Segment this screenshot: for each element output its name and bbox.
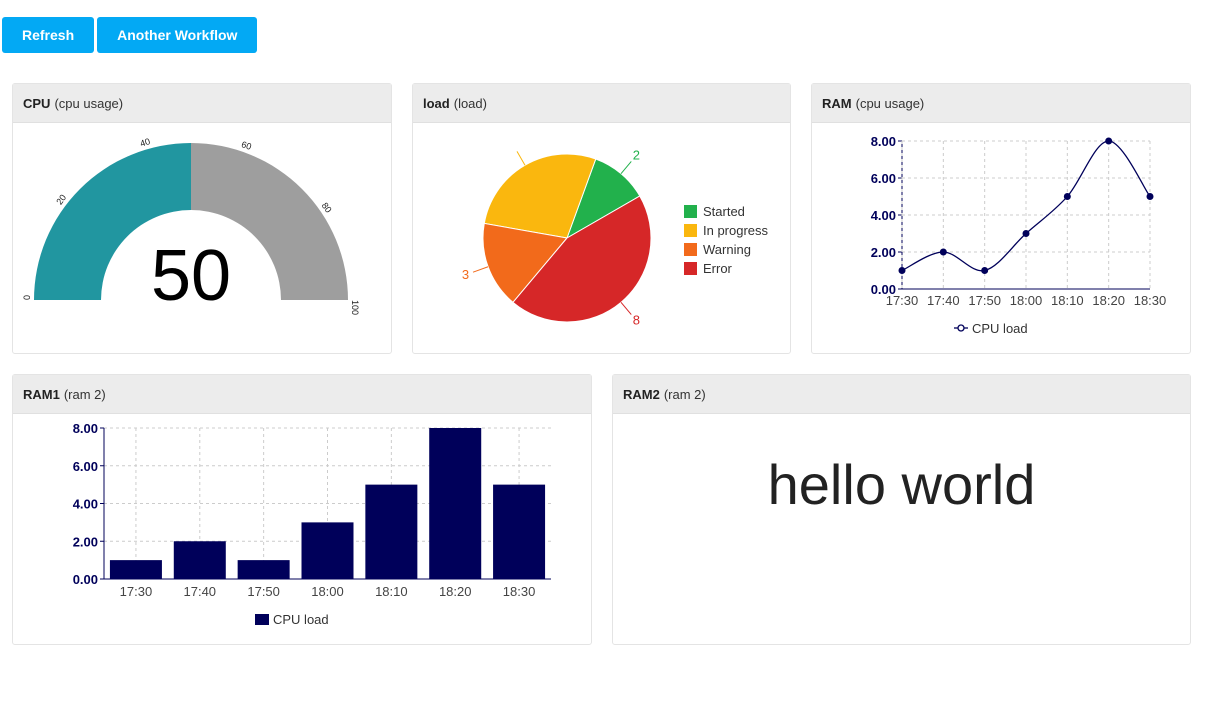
data-point bbox=[1022, 230, 1030, 237]
gauge-tick-label: 80 bbox=[320, 201, 334, 215]
x-tick-label: 17:30 bbox=[120, 584, 153, 599]
refresh-button[interactable]: Refresh bbox=[2, 17, 95, 53]
data-point bbox=[1063, 193, 1071, 200]
pie-value-label: 3 bbox=[462, 267, 469, 282]
x-tick-label: 18:30 bbox=[503, 584, 536, 599]
gauge-tick-label: 20 bbox=[54, 193, 68, 207]
gauge-value-text: 50 bbox=[151, 236, 231, 316]
ram-panel-title: RAM bbox=[822, 95, 852, 111]
x-tick-label: 17:50 bbox=[247, 584, 280, 599]
x-tick-label: 18:20 bbox=[439, 584, 472, 599]
y-tick-label: 4.00 bbox=[73, 497, 98, 512]
cpu-panel-header: CPU (cpu usage) bbox=[13, 84, 391, 123]
toolbar: Refresh Another Workflow bbox=[2, 17, 258, 53]
gauge-tick-label: 100 bbox=[350, 300, 360, 315]
legend-label: In progress bbox=[703, 223, 769, 238]
bar bbox=[173, 541, 226, 579]
x-tick-label: 18:00 bbox=[311, 584, 344, 599]
y-tick-label: 0.00 bbox=[73, 572, 98, 587]
load-panel-title: load bbox=[423, 95, 450, 111]
x-tick-label: 17:40 bbox=[927, 293, 960, 308]
bar bbox=[109, 560, 162, 579]
y-tick-label: 6.00 bbox=[871, 171, 896, 186]
pie-label-leader bbox=[620, 161, 632, 174]
x-tick-label: 17:40 bbox=[184, 584, 217, 599]
y-tick-label: 2.00 bbox=[73, 534, 98, 549]
x-tick-label: 18:20 bbox=[1092, 293, 1125, 308]
ram-panel-subtitle: (cpu usage) bbox=[855, 95, 925, 111]
x-tick-label: 17:50 bbox=[968, 293, 1001, 308]
x-tick-label: 18:00 bbox=[1010, 293, 1043, 308]
hello-world-text: hello world bbox=[767, 453, 1036, 516]
data-point bbox=[1146, 193, 1154, 200]
gauge-tick-label: 40 bbox=[139, 136, 152, 149]
load-panel-header: load (load) bbox=[413, 84, 790, 123]
data-point bbox=[898, 267, 906, 274]
cpu-panel-subtitle: (cpu usage) bbox=[54, 95, 124, 111]
ram1-panel: RAM1 (ram 2) 0.00 2.00 4.00 6.00 8.00 17:30 17… bbox=[12, 374, 592, 645]
pie-value-label: 8 bbox=[633, 313, 640, 328]
ram2-panel: RAM2 (ram 2) hello world bbox=[612, 374, 1191, 645]
legend-label: Warning bbox=[703, 242, 751, 257]
ram2-panel-subtitle: (ram 2) bbox=[663, 386, 706, 402]
x-tick-label: 18:10 bbox=[375, 584, 408, 599]
load-pie-chart: 2 3 8 Started In progress Warning Error bbox=[462, 147, 769, 328]
bar bbox=[365, 484, 418, 579]
pie-label-leader bbox=[516, 151, 526, 166]
legend-label: CPU load bbox=[972, 321, 1028, 336]
legend-point-marker bbox=[957, 324, 965, 332]
another-workflow-button[interactable]: Another Workflow bbox=[97, 17, 258, 53]
data-point bbox=[939, 248, 947, 256]
cpu-panel-title: CPU bbox=[23, 95, 51, 111]
gauge-tick-label: 60 bbox=[240, 139, 253, 152]
bar bbox=[237, 560, 290, 579]
cpu-gauge: 0 20 40 60 80 100 50 bbox=[22, 136, 360, 316]
ram1-panel-subtitle: (ram 2) bbox=[63, 386, 106, 402]
legend-swatch bbox=[684, 205, 697, 218]
ram-panel: RAM (cpu usage) 0.00 2.00 4.00 6.00 8.00 17:3… bbox=[811, 83, 1191, 354]
bar bbox=[429, 428, 482, 579]
legend-swatch bbox=[255, 614, 269, 625]
legend-swatch bbox=[684, 224, 697, 237]
legend-swatch bbox=[684, 243, 697, 256]
load-panel: load (load) 2 3 8 Started In progress Warning… bbox=[412, 83, 791, 354]
ram1-panel-title: RAM1 bbox=[23, 386, 60, 402]
legend-label: Started bbox=[703, 204, 745, 219]
pie-label-leader bbox=[472, 266, 489, 273]
data-point bbox=[981, 267, 989, 274]
y-tick-label: 4.00 bbox=[871, 208, 896, 223]
x-tick-label: 18:30 bbox=[1134, 293, 1167, 308]
legend-label: CPU load bbox=[273, 612, 329, 627]
gauge-tick-label: 0 bbox=[22, 295, 32, 300]
ram2-panel-header: RAM2 (ram 2) bbox=[613, 375, 1190, 414]
data-point bbox=[1105, 137, 1113, 145]
bar bbox=[301, 522, 354, 579]
bar bbox=[493, 484, 546, 579]
ram1-panel-body: 0.00 2.00 4.00 6.00 8.00 17:30 17:40 17:50 18:00… bbox=[13, 414, 591, 649]
y-tick-label: 2.00 bbox=[871, 245, 896, 260]
ram-panel-header: RAM (cpu usage) bbox=[812, 84, 1190, 123]
cpu-panel-body: 0 20 40 60 80 100 50 bbox=[13, 123, 391, 358]
ram1-bar-chart: 0.00 2.00 4.00 6.00 8.00 17:30 17:40 17:50 18:00… bbox=[73, 421, 551, 627]
ram2-panel-title: RAM2 bbox=[623, 386, 660, 402]
cpu-panel: CPU (cpu usage) 0 20 40 60 80 100 50 bbox=[12, 83, 392, 354]
load-panel-body: 2 3 8 Started In progress Warning Error bbox=[413, 123, 790, 358]
y-tick-label: 8.00 bbox=[73, 421, 98, 436]
y-tick-label: 8.00 bbox=[871, 134, 896, 149]
legend-label: Error bbox=[703, 261, 733, 276]
ram-line-chart: 0.002.004.006.008.0017:30 17:40 17:50 18:00… bbox=[871, 134, 1167, 336]
pie-value-label: 2 bbox=[633, 147, 640, 162]
y-tick-label: 6.00 bbox=[73, 459, 98, 474]
ram-panel-body: 0.00 2.00 4.00 6.00 8.00 17:30 17:40 17:50 18:00… bbox=[812, 123, 1190, 358]
load-panel-subtitle: (load) bbox=[453, 95, 487, 111]
pie-label-leader bbox=[620, 302, 632, 315]
x-tick-label: 17:30 bbox=[886, 293, 919, 308]
legend-swatch bbox=[684, 262, 697, 275]
x-tick-label: 18:10 bbox=[1051, 293, 1084, 308]
ram1-panel-header: RAM1 (ram 2) bbox=[13, 375, 591, 414]
